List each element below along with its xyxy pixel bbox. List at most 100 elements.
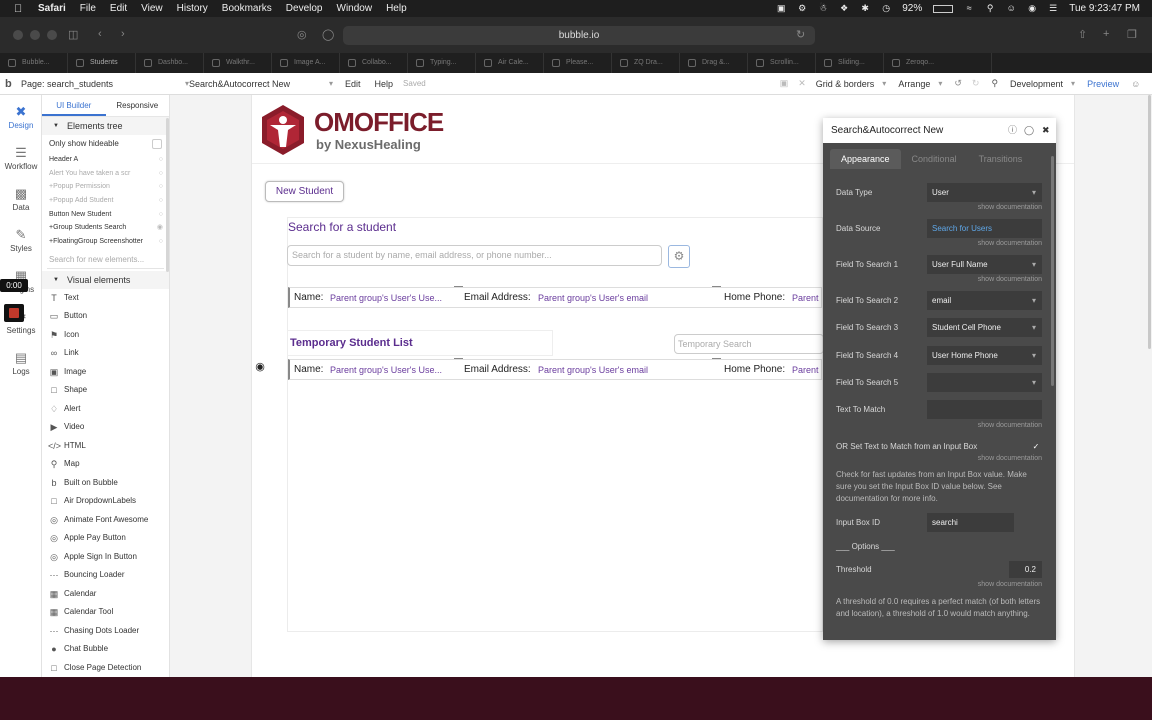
undo-icon[interactable]: ↺ [954,78,962,89]
element-icon[interactable]: ⚑ Icon [42,326,169,345]
field-3-dropdown[interactable]: Student Cell Phone [927,318,1042,337]
browser-tab[interactable]: Image A... [272,53,340,73]
threshold-field[interactable]: 0.2 [1009,561,1042,578]
canvas-scrollbar[interactable] [1148,95,1151,349]
eye-icon[interactable]: ○ [159,235,163,249]
menu-view[interactable]: View [141,3,163,14]
element-selector[interactable]: Search&Autocorrect New [189,79,335,89]
eye-icon[interactable]: ○ [159,153,163,167]
search-icon[interactable]: ⚲ [991,78,998,89]
preview-button[interactable]: Preview [1087,79,1119,89]
account-icon[interactable]: ☺ [1131,79,1140,89]
tree-item[interactable]: +Group Students Search ◉ [42,221,169,235]
element-button[interactable]: ▭ Button [42,307,169,326]
element-text[interactable]: T Text [42,289,169,308]
browser-tab[interactable]: Sliding... [816,53,884,73]
browser-tab[interactable]: Zeroqo... [884,53,992,73]
close-icon[interactable]: ✖ [1042,118,1050,143]
menu-safari[interactable]: Safari [38,3,66,14]
browser-tab[interactable]: Collabo... [340,53,408,73]
share-icon[interactable]: ⇧ [1078,28,1087,41]
screen-record-icon[interactable]: ▣ [776,4,786,13]
temporary-search-input[interactable]: Temporary Search [674,334,824,354]
menu-history[interactable]: History [177,3,208,14]
version-selector[interactable]: Development [1010,79,1077,89]
field-4-dropdown[interactable]: User Home Phone [927,346,1042,365]
battery-icon[interactable] [933,4,954,13]
element-air-dropdown[interactable]: □ Air DropdownLabels [42,492,169,511]
field-2-dropdown[interactable]: email [927,291,1042,310]
show-documentation-link[interactable]: show documentation [978,204,1042,211]
browser-tab[interactable]: Please... [544,53,612,73]
menu-edit[interactable]: Edit [110,3,127,14]
bluetooth-icon[interactable]: ✱ [860,4,870,13]
browser-tab[interactable]: Typing... [408,53,476,73]
visual-elements-header[interactable]: Visual elements [42,270,169,289]
browser-tab[interactable]: Bubble... [0,53,68,73]
info-icon[interactable]: ⓘ [1008,118,1017,143]
tab-transitions[interactable]: Transitions [968,149,1034,169]
tab-responsive[interactable]: Responsive [106,95,170,116]
eye-icon[interactable]: ◉ [157,221,163,235]
menu-file[interactable]: File [80,3,96,14]
only-show-hideable-checkbox[interactable] [152,139,162,149]
element-image[interactable]: ▣ Image [42,363,169,382]
notify-icon[interactable]: ✕ [798,78,806,89]
stop-recording-button[interactable] [4,304,24,322]
element-link[interactable]: ∞ Link [42,344,169,363]
omoffice-logo[interactable]: OmOffice by NexusHealing [258,103,448,157]
tab-ui-builder[interactable]: UI Builder [42,95,106,116]
zoom-window-button[interactable] [47,30,57,40]
browser-tab[interactable]: Drag &... [680,53,748,73]
data-type-dropdown[interactable]: User [927,183,1042,202]
show-documentation-link[interactable]: show documentation [978,581,1042,588]
nav-styles[interactable]: ✎ Styles [0,228,42,254]
student-row-template[interactable]: Name: Parent group's User's Use... Email… [288,286,822,308]
temp-row-template[interactable]: Name: Parent group's User's Use... Email… [288,358,822,380]
back-icon[interactable]: ‹ [98,28,102,40]
nav-workflow[interactable]: ☰ Workflow [0,146,42,172]
siri-icon[interactable]: ◉ [1027,4,1037,13]
edit-menu[interactable]: Edit [345,79,361,89]
tree-item[interactable]: +Popup Add Student ○ [42,194,169,208]
minimize-window-button[interactable] [30,30,40,40]
tree-item[interactable]: Button New Student ○ [42,208,169,222]
help-menu[interactable]: Help [375,79,394,89]
element-chat-bubble[interactable]: ● Chat Bubble [42,640,169,659]
elements-tree-header[interactable]: Elements tree [42,117,169,135]
new-student-button[interactable]: New Student [265,181,344,202]
menu-develop[interactable]: Develop [286,3,323,14]
eye-icon[interactable]: ○ [159,180,163,194]
field-1-dropdown[interactable]: User Full Name [927,255,1042,274]
browser-tab[interactable]: ZQ Dra... [612,53,680,73]
tab-appearance[interactable]: Appearance [830,149,901,169]
property-scrollbar[interactable] [1051,156,1054,386]
data-source-field[interactable]: Search for Users [927,219,1042,238]
search-icon[interactable]: ⚲ [985,4,995,13]
field-5-dropdown[interactable] [927,373,1042,392]
eye-icon[interactable]: ○ [159,167,163,181]
page-selector[interactable]: Page: search_students [21,79,191,89]
show-documentation-link[interactable]: show documentation [978,276,1042,283]
element-built-on-bubble[interactable]: b Built on Bubble [42,474,169,493]
input-box-id-field[interactable]: searchi [927,513,1014,532]
user-icon[interactable]: ☺ [1006,4,1016,13]
element-apple-pay[interactable]: ◎ Apple Pay Button [42,529,169,548]
element-html[interactable]: </> HTML [42,437,169,456]
browser-tab[interactable]: Air Cale... [476,53,544,73]
apple-icon[interactable]:  [14,3,28,15]
panel-scrollbar[interactable] [166,118,169,272]
element-alert[interactable]: ♢ Alert [42,400,169,419]
tab-overview-icon[interactable]: ❐ [1127,28,1137,41]
sidebar-icon[interactable]: ◫ [68,28,78,41]
nav-data[interactable]: ▩ Data [0,187,42,213]
camera-icon[interactable]: ◉ [252,360,268,374]
eye-icon[interactable]: ○ [159,194,163,208]
tab-conditional[interactable]: Conditional [901,149,968,169]
wifi-icon[interactable]: ≈ [964,4,974,13]
show-documentation-link[interactable]: show documentation [978,422,1042,429]
element-calendar[interactable]: ▦ Calendar [42,585,169,604]
nav-logs[interactable]: ▤ Logs [0,351,42,377]
grid-borders-menu[interactable]: Grid & borders [816,79,889,89]
time-machine-icon[interactable]: ◷ [881,4,891,13]
